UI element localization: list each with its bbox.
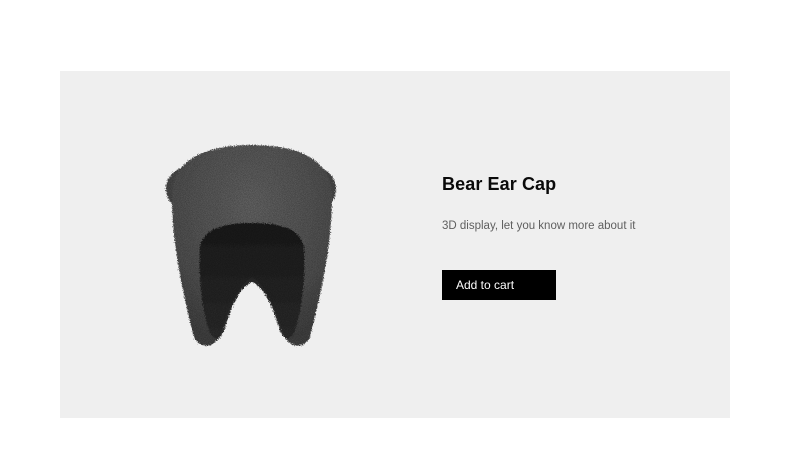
product-3d-viewer[interactable]	[160, 137, 345, 352]
product-title: Bear Ear Cap	[442, 174, 557, 194]
add-to-cart-button[interactable]: Add to cart	[442, 270, 556, 300]
page: Bear Ear Cap 3D display, let you know mo…	[0, 0, 790, 461]
product-info: Bear Ear Cap 3D display, let you know mo…	[442, 169, 662, 300]
product-description: 3D display, let you know more about it	[442, 220, 636, 232]
bear-ear-cap-icon	[166, 145, 336, 346]
product-card: Bear Ear Cap 3D display, let you know mo…	[60, 71, 730, 418]
